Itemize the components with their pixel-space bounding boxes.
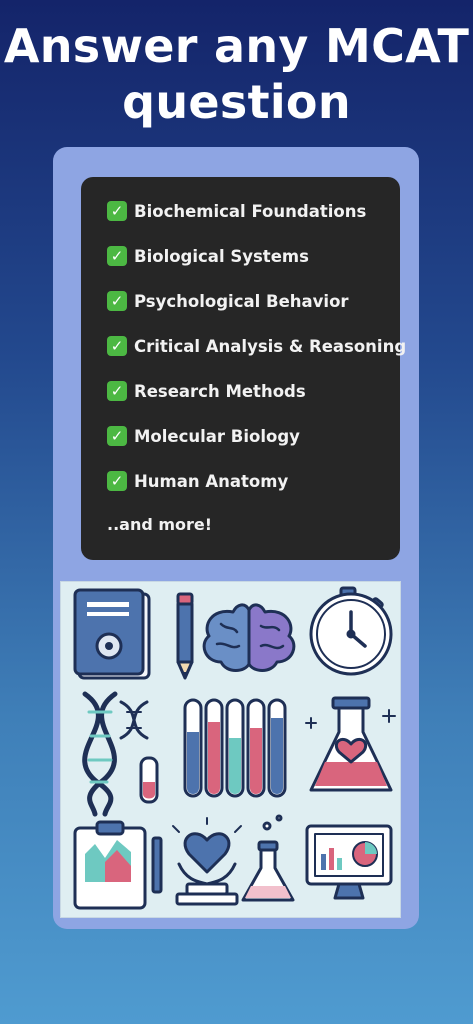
checkmark-icon: ✓ [107,426,127,446]
pencil-icon [176,592,194,680]
beaker-icon [241,814,295,902]
topics-list: ✓ Biochemical Foundations ✓ Biological Sys… [81,177,406,560]
page-title: Answer any MCAT question [3,19,470,129]
topic-item: ✓ Biological Systems [107,245,309,267]
checkmark-icon: ✓ [107,471,127,491]
topic-item: ✓ Human Anatomy [107,470,288,492]
checkmark-icon: ✓ [107,246,127,266]
topic-label: Human Anatomy [134,471,289,491]
brain-icon [202,603,296,672]
topic-item: ✓ Psychological Behavior [107,290,349,312]
topic-label: Psychological Behavior [134,291,349,311]
checkmark-icon: ✓ [107,291,127,311]
topic-label: Molecular Biology [134,426,300,446]
flask-heart-icon [305,696,396,792]
checkmark-icon: ✓ [107,381,127,401]
dna-icon [82,691,159,817]
monitor-chart-icon [305,824,393,900]
checkmark-icon: ✓ [107,201,127,221]
topic-item: ✓ Biochemical Foundations [107,200,366,222]
book-icon [73,588,151,680]
stopwatch-icon [309,586,393,676]
illustration-panel [60,581,401,918]
topic-item: ✓ Research Methods [107,380,306,402]
topic-label: Critical Analysis & Reasoning [134,336,407,356]
topic-item: ✓ Molecular Biology [107,425,300,447]
more-text: ..and more! [107,515,213,534]
heart-hands-icon [172,817,242,906]
topic-label: Biological Systems [134,246,309,266]
test-tubes-icon [183,698,287,798]
checkmark-icon: ✓ [107,336,127,356]
topic-label: Research Methods [134,381,306,401]
topic-label: Biochemical Foundations [134,201,367,221]
illustration-graphic [73,586,396,910]
topic-item: ✓ Critical Analysis & Reasoning [107,335,406,357]
clipboard-chart-icon [73,820,163,910]
